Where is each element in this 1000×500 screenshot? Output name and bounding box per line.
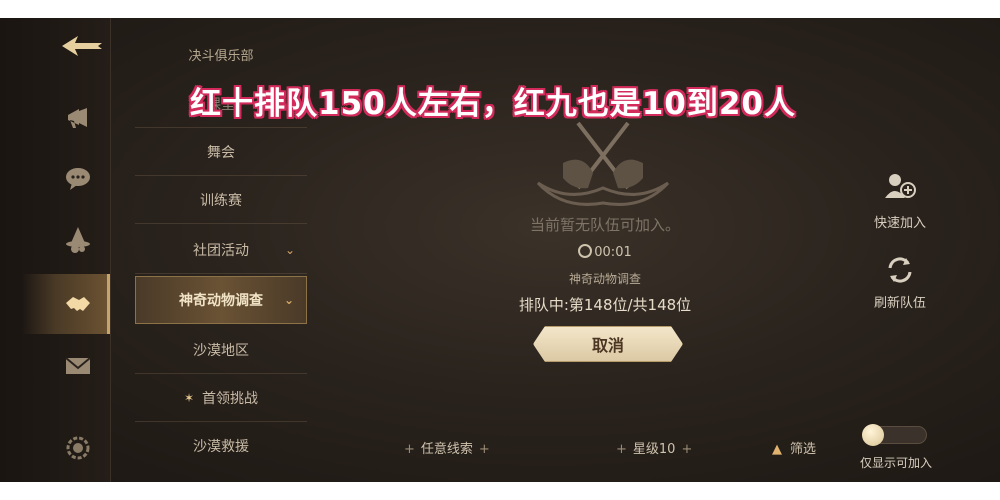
chevron-down-icon: ⌄ [284,242,295,257]
toggle-knob[interactable] [862,424,884,446]
gear-icon[interactable] [60,430,96,466]
queue-timer: 00:01 [470,244,740,260]
submenu-item-label: 社团活动 [193,242,249,259]
dot-icon: + [616,442,627,457]
activity-name: 神奇动物调查 [568,272,641,286]
dot-icon: + [478,442,490,457]
mail-icon[interactable] [60,348,96,384]
submenu-item-label: 神奇动物调查 [179,293,263,309]
overlay-caption: 红十排队150人左右，红九也是10到20人 [190,86,796,122]
refresh-team-label: 刷新队伍 [873,296,926,311]
queue-status: 排队中:第148位/共148位 [518,296,692,314]
submenu-item-training-match[interactable]: 训练赛 [135,176,307,224]
star-level-label: 星级10 [632,442,676,457]
submenu-header: 决斗俱乐部 [188,48,254,64]
submenu-item-label: 舞会 [207,144,235,161]
megaphone-icon[interactable] [60,100,96,136]
submenu-item-desert-region[interactable]: 沙漠地区 [135,326,307,374]
joinable-only-toggle[interactable] [862,424,927,446]
clue-filter-label: 任意线索 [420,442,473,457]
submenu-item-dance[interactable]: 舞会 [135,128,307,176]
timer-value: 00:01 [594,245,632,260]
quick-join-label: 快速加入 [873,216,926,231]
clue-filter[interactable]: + 任意线索 + [398,438,496,457]
icon-rail [0,18,110,482]
no-team-message: 当前暂无队伍可加入。 [529,216,680,234]
dot-icon: + [404,442,415,457]
star-level-filter[interactable]: + 星级10 + [610,438,698,457]
dot-icon: + [681,442,693,457]
submenu-item-label: 沙漠救援 [193,439,249,455]
quick-join-icon [885,174,916,198]
filter-label: 筛选 [790,442,817,457]
submenu-item-label: 训练赛 [200,192,242,209]
handshake-icon[interactable] [60,286,96,322]
chat-bubble-icon[interactable] [60,161,96,197]
joinable-only-label: 仅显示可加入 [860,456,933,470]
submenu-item-label: 首领挑战 [202,390,259,407]
refresh-icon [888,257,912,283]
back-button[interactable] [60,34,104,58]
submenu-item-fantastic-beasts-survey[interactable]: 神奇动物调查 ⌄ [135,276,307,324]
chevron-down-icon: ⌄ [283,293,294,307]
refresh-team-button[interactable]: 刷新队伍 [860,254,940,311]
timer-icon [578,244,593,258]
rail-divider [110,18,111,482]
cancel-button[interactable]: 取消 [533,326,683,362]
submenu-item-club-activity[interactable]: 社团活动 ⌄ [135,226,307,274]
submenu-item-boss-challenge[interactable]: ✶ 首领挑战 [135,374,307,422]
submenu-item-desert-rescue[interactable]: 沙漠救援 [135,422,307,470]
back-arrow-icon [62,36,102,56]
wizard-hat-icon[interactable] [60,222,96,258]
triangle-up-icon: ▲ [772,442,782,457]
filter-button[interactable]: ▲ 筛选 [772,438,816,457]
game-screen: 决斗俱乐部 课堂 舞会 训练赛 社团活动 ⌄ 神奇动物调查 ⌄ 沙漠地区 ✶ 首… [0,18,1000,482]
quick-join-button[interactable]: 快速加入 [860,168,940,231]
submenu-item-label: 沙漠地区 [193,342,249,359]
crossed-wands-icon [536,121,670,206]
star-icon: ✶ [183,390,195,405]
